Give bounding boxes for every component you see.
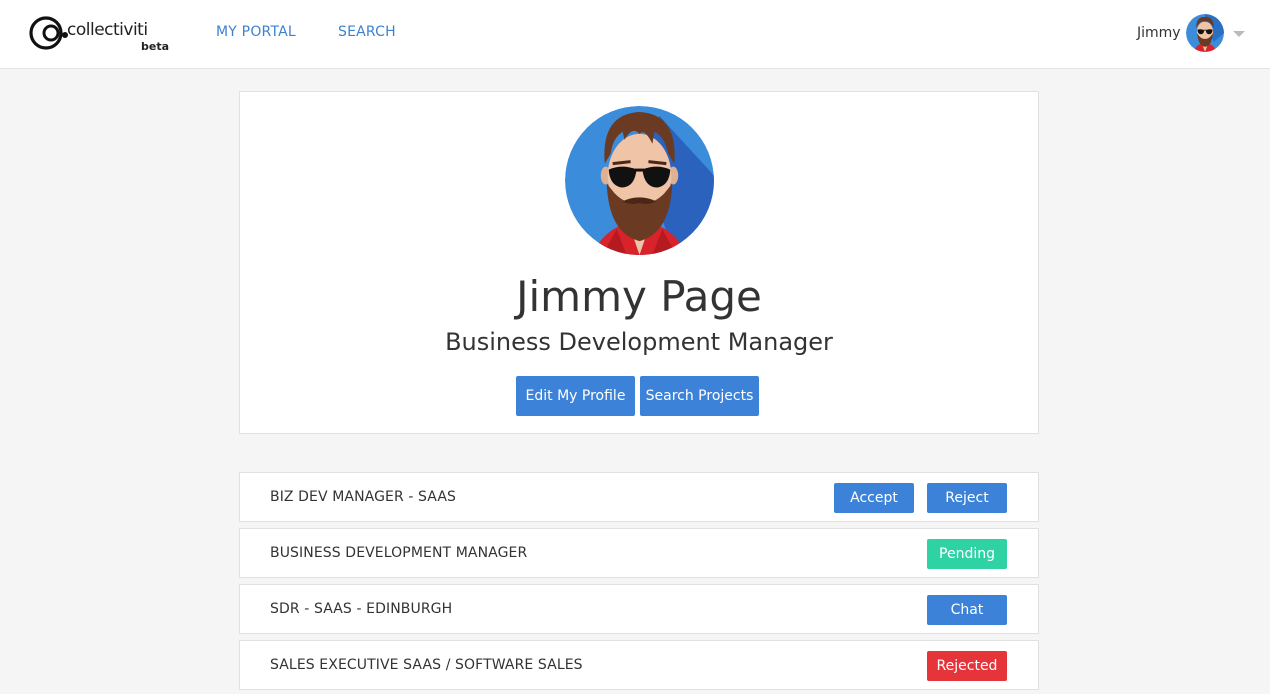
brand-beta-tag: beta — [141, 40, 170, 53]
search-projects-button[interactable]: Search Projects — [640, 376, 759, 416]
profile-avatar — [565, 106, 714, 255]
list-item: BUSINESS DEVELOPMENT MANAGER Pending — [239, 528, 1039, 578]
user-name[interactable]: Jimmy — [1137, 25, 1181, 41]
edit-profile-button[interactable]: Edit My Profile — [516, 376, 635, 416]
profile-job-title: Business Development Manager — [445, 328, 833, 356]
profile-name: Jimmy Page — [516, 272, 762, 321]
reject-button[interactable]: Reject — [927, 483, 1007, 513]
pending-status-badge[interactable]: Pending — [927, 539, 1007, 569]
chat-button[interactable]: Chat — [927, 595, 1007, 625]
nav-my-portal[interactable]: MY PORTAL — [216, 24, 296, 40]
brand-logo[interactable]: collectiviti beta — [29, 16, 174, 56]
list-item: SDR - SAAS - EDINBURGH Chat — [239, 584, 1039, 634]
accept-button[interactable]: Accept — [834, 483, 914, 513]
nav-search[interactable]: SEARCH — [338, 24, 396, 40]
application-title[interactable]: BUSINESS DEVELOPMENT MANAGER — [270, 545, 527, 561]
bearded-man-avatar-icon — [1186, 14, 1224, 52]
chevron-down-icon[interactable] — [1233, 31, 1245, 37]
rejected-status-badge[interactable]: Rejected — [927, 651, 1007, 681]
bearded-man-avatar-icon — [565, 106, 714, 255]
application-title[interactable]: BIZ DEV MANAGER - SAAS — [270, 489, 456, 505]
application-title[interactable]: SDR - SAAS - EDINBURGH — [270, 601, 452, 617]
top-navbar: collectiviti beta MY PORTAL SEARCH Jimmy — [0, 0, 1270, 69]
profile-card: Jimmy Page Business Development Manager … — [239, 91, 1039, 434]
application-title[interactable]: SALES EXECUTIVE SAAS / SOFTWARE SALES — [270, 657, 583, 673]
list-item: SALES EXECUTIVE SAAS / SOFTWARE SALES Re… — [239, 640, 1039, 690]
collectiviti-logo-icon — [29, 16, 68, 50]
user-avatar[interactable] — [1186, 14, 1224, 52]
brand-name: collectiviti — [67, 20, 148, 40]
list-item: BIZ DEV MANAGER - SAAS Accept Reject — [239, 472, 1039, 522]
